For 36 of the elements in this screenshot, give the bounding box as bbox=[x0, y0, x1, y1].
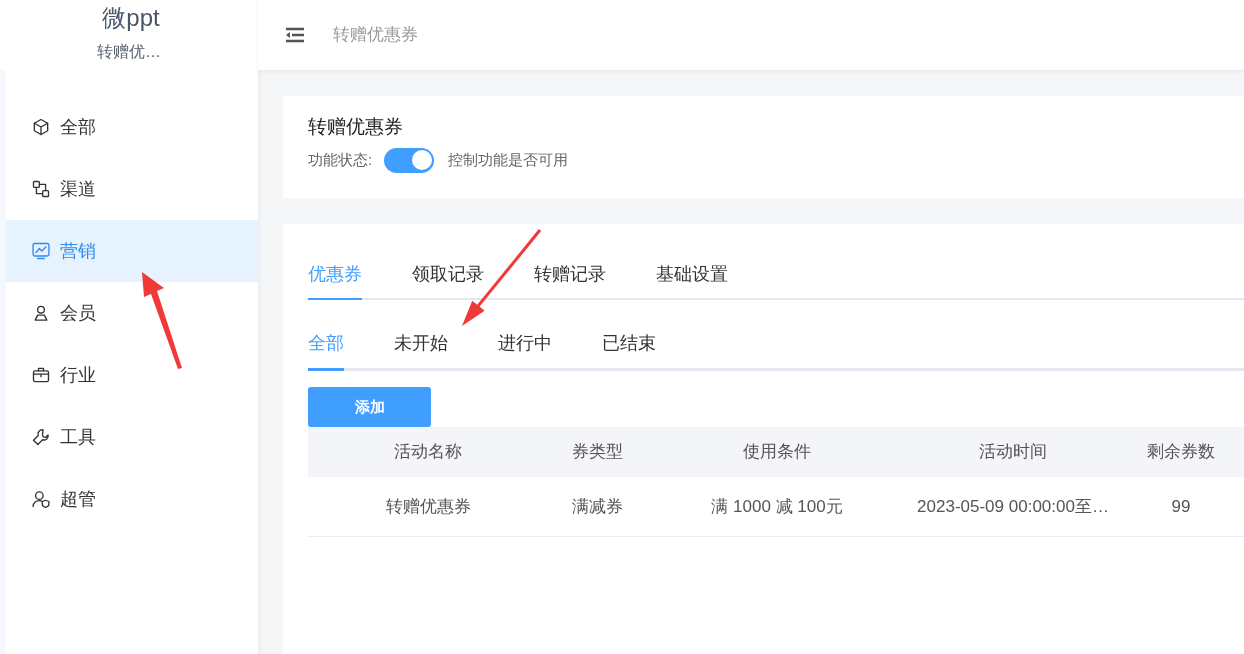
column-header: 使用条件 bbox=[646, 427, 908, 477]
sidebar-item[interactable]: 行业 bbox=[6, 344, 258, 406]
status-switch[interactable] bbox=[384, 147, 435, 173]
column-header: 活动时间 bbox=[908, 427, 1118, 477]
table-cell: 2023-05-09 00:00:00至… bbox=[908, 477, 1118, 537]
filter-tab[interactable]: 进行中 bbox=[498, 329, 552, 371]
wrench-icon bbox=[31, 427, 51, 447]
user-shield-icon bbox=[31, 489, 51, 509]
tab[interactable]: 领取记录 bbox=[412, 260, 484, 300]
column-header: 券类型 bbox=[548, 427, 646, 477]
table-cell: 满减券 bbox=[548, 477, 646, 537]
column-header: 活动名称 bbox=[308, 427, 548, 477]
table-cell: 99 bbox=[1118, 477, 1244, 537]
column-header: 剩余券数 bbox=[1118, 427, 1244, 477]
menu-icon[interactable] bbox=[285, 27, 305, 43]
breadcrumb: 转赠优惠券 bbox=[333, 24, 418, 47]
status-hint: 控制功能是否可用 bbox=[448, 149, 569, 170]
filter-tab[interactable]: 已结束 bbox=[602, 329, 656, 371]
sidebar-item[interactable]: 超管 bbox=[6, 468, 258, 530]
nodes-icon bbox=[31, 179, 51, 199]
card-title: 转赠优惠券 bbox=[308, 115, 404, 139]
briefcase-icon bbox=[31, 365, 51, 385]
filter-tab[interactable]: 未开始 bbox=[394, 329, 448, 371]
table-cell: 满 1000 减 100元 bbox=[646, 477, 908, 537]
app-logo: 微ppt bbox=[102, 6, 160, 30]
status-label: 功能状态: bbox=[308, 149, 373, 170]
sidebar-item[interactable]: 全部 bbox=[6, 96, 258, 158]
cube-icon bbox=[31, 117, 51, 137]
app-subtitle: 转赠优… bbox=[97, 42, 161, 62]
tab[interactable]: 基础设置 bbox=[656, 260, 728, 300]
sidebar-item[interactable]: 工具 bbox=[6, 406, 258, 468]
chart-icon bbox=[31, 241, 51, 261]
sidebar-item[interactable]: 渠道 bbox=[6, 158, 258, 220]
table-cell: 转赠优惠券 bbox=[308, 477, 548, 537]
tab[interactable]: 转赠记录 bbox=[534, 260, 606, 300]
sidebar-item[interactable]: 会员 bbox=[6, 282, 258, 344]
